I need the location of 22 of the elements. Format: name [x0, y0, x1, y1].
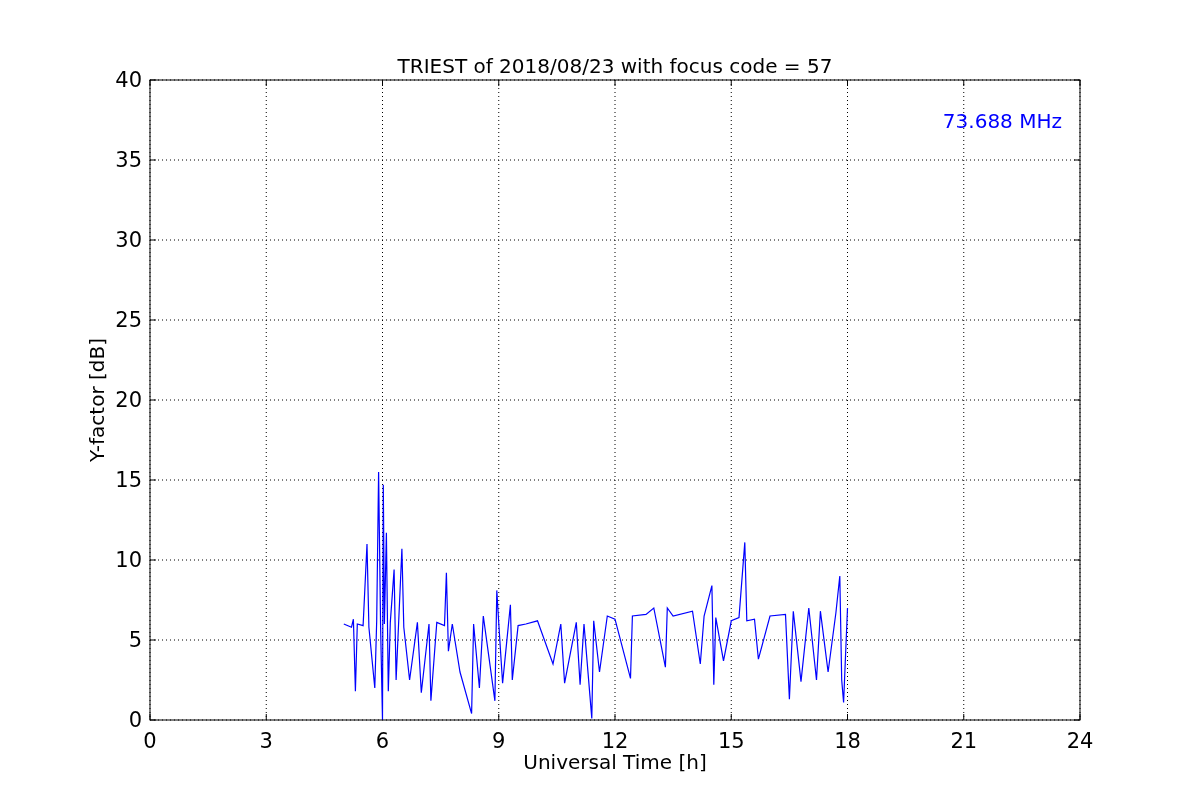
frequency-label: 73.688 MHz	[942, 109, 1062, 133]
tick-label: 20	[115, 388, 142, 412]
chart-title: TRIEST of 2018/08/23 with focus code = 57	[397, 54, 833, 78]
tick-label: 15	[115, 468, 142, 492]
tick-label: 30	[115, 228, 142, 252]
tick-label: 12	[601, 729, 629, 753]
y-axis-label: Y-factor [dB]	[85, 338, 109, 462]
tick-label: 35	[115, 148, 142, 172]
tick-label: 5	[128, 628, 142, 652]
tick-label: 3	[259, 729, 273, 753]
tick-label: 0	[128, 708, 142, 732]
tick-label: 6	[375, 729, 390, 753]
tick-label: 25	[115, 308, 142, 332]
tick-label: 21	[950, 729, 978, 753]
tick-label: 10	[115, 548, 142, 572]
x-axis-label: Universal Time [h]	[523, 750, 707, 774]
tick-label: 9	[492, 729, 506, 753]
tick-label: 18	[834, 729, 861, 753]
tick-label: 15	[717, 729, 745, 753]
tick-label: 40	[115, 68, 142, 92]
tick-label: 24	[1066, 729, 1094, 753]
tick-label: 0	[143, 729, 157, 753]
